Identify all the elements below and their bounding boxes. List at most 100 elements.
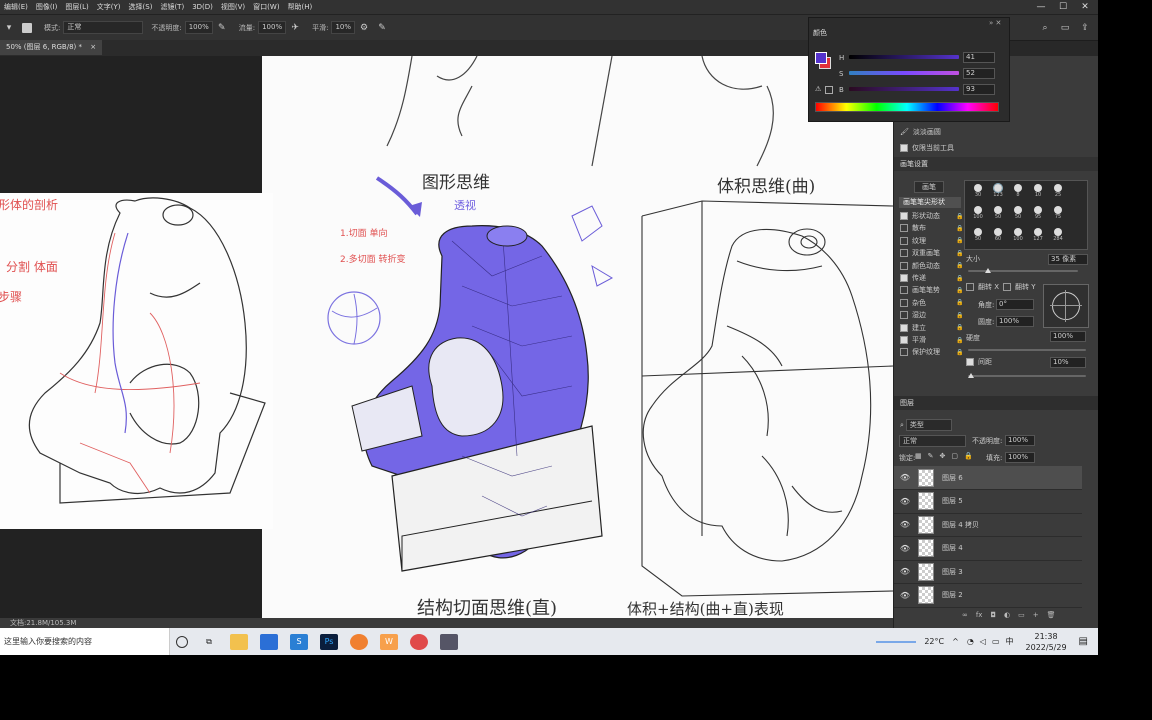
artwork-canvas[interactable]: 图形思维 体积思维(曲) 1.切面 单向 2.多切面 转折变 透视 结构切面思维… [262, 55, 894, 620]
folder-icon[interactable]: ▭ [1018, 611, 1025, 619]
brush-option[interactable]: 颜色动态 🔒 [900, 261, 963, 271]
lock-icon[interactable]: 🔒 [956, 324, 963, 331]
adjustment-icon[interactable]: ◐ [1004, 611, 1010, 619]
gear-icon[interactable]: ⚙ [359, 23, 369, 33]
lock-icon[interactable]: 🔒 [956, 337, 963, 344]
lock-icon[interactable]: 🔒 [956, 299, 963, 306]
menu-filter[interactable]: 滤镜(T) [156, 2, 188, 12]
layer-filter[interactable]: ⌕ 类型 [900, 419, 952, 431]
brush-tip[interactable]: 123 [989, 183, 1007, 198]
flow-field[interactable]: 100% [258, 21, 287, 34]
brush-option-checkbox[interactable] [900, 212, 908, 220]
layer-row[interactable]: 👁 图层 4 拷贝 [894, 513, 1082, 537]
brush-tip[interactable]: 50 [1009, 206, 1027, 220]
lock-icon[interactable]: 🔒 [956, 262, 963, 269]
brush-option[interactable]: 保护纹理 🔒 [900, 347, 963, 357]
brush-tip[interactable]: 127 [1029, 228, 1047, 242]
battery-icon[interactable]: ▭ [992, 637, 1000, 646]
color-spectrum-bar[interactable] [815, 102, 999, 112]
hardness-slider[interactable] [968, 349, 1086, 351]
menu-select[interactable]: 选择(S) [125, 2, 157, 12]
layer-opacity-field[interactable]: 100% [1005, 435, 1035, 446]
brush-option-checkbox[interactable] [900, 261, 908, 270]
brush-tip[interactable]: 100 [1009, 228, 1027, 242]
tool-item-2[interactable]: 仅限当前工具 [900, 143, 954, 153]
opacity-field[interactable]: 100% [184, 21, 213, 34]
layer-name[interactable]: 图层 6 [942, 473, 963, 483]
layer-row[interactable]: 👁 图层 3 [894, 560, 1082, 584]
brush-option-checkbox[interactable] [900, 236, 908, 245]
brush-presets-button[interactable]: 画笔 [914, 181, 944, 193]
browser-360-icon[interactable] [410, 633, 428, 650]
brush-tip[interactable]: 25 [1049, 184, 1067, 198]
visibility-eye-icon[interactable]: 👁 [898, 567, 912, 576]
brush-option-checkbox[interactable] [900, 323, 908, 332]
volume-icon[interactable]: ◁ [980, 637, 986, 646]
layer-row[interactable]: 👁 图层 4 [894, 537, 1082, 561]
brush-option-checkbox[interactable] [900, 298, 908, 307]
flip-y-control[interactable]: 翻转 Y [1003, 282, 1036, 292]
brush-option[interactable]: 形状动态 🔒 [900, 211, 963, 221]
taskbar-search-input[interactable]: 这里输入你要搜索的内容 [0, 628, 170, 655]
brush-angle-preview[interactable] [1043, 284, 1089, 328]
size-slider-handle[interactable] [985, 268, 991, 273]
layer-kind-select[interactable]: 类型 [905, 419, 952, 431]
brush-option-checkbox[interactable] [900, 311, 908, 320]
brush-option-checkbox[interactable] [900, 348, 908, 357]
saturation-field[interactable]: 52 [963, 68, 995, 79]
hue-slider[interactable] [849, 55, 959, 59]
brush-option[interactable]: 湿边 🔒 [900, 310, 963, 320]
pressure-size-icon[interactable]: ✎ [377, 23, 387, 33]
web-color-icon[interactable] [825, 86, 833, 94]
maximize-button[interactable]: ☐ [1052, 0, 1074, 14]
brightness-slider[interactable] [849, 87, 959, 91]
browser-w-icon[interactable]: W [380, 633, 398, 650]
search-icon[interactable]: ⌕ [1040, 23, 1050, 33]
brush-tip[interactable]: 60 [989, 228, 1007, 242]
lock-move-icon[interactable]: ✥ [940, 452, 946, 460]
menu-help[interactable]: 帮助(H) [284, 2, 317, 12]
brush-option-checkbox[interactable] [900, 336, 908, 344]
flip-y-checkbox[interactable] [1003, 283, 1011, 291]
spacing-control[interactable]: 间距 [966, 357, 992, 367]
lock-all-icon[interactable]: 🔒 [964, 452, 973, 460]
brush-option[interactable]: 画笔笔势 🔒 [900, 285, 963, 295]
layer-row[interactable]: 👁 图层 6 [894, 466, 1082, 490]
close-button[interactable]: ✕ [1074, 0, 1096, 14]
tool-item-1[interactable]: 🖌 淡淡画圆 [900, 127, 941, 137]
visibility-eye-icon[interactable]: 👁 [898, 591, 912, 600]
trash-icon[interactable]: 🗑 [1047, 611, 1056, 619]
lock-paint-icon[interactable]: ✎ [928, 452, 934, 460]
store-icon[interactable] [260, 633, 278, 650]
roundness-field[interactable]: 100% [996, 316, 1034, 327]
layer-name[interactable]: 图层 2 [942, 590, 963, 600]
menu-window[interactable]: 窗口(W) [249, 2, 283, 12]
cortana-icon[interactable] [176, 635, 188, 648]
brush-tip[interactable]: 100 [969, 206, 987, 220]
spacing-slider-handle[interactable] [968, 373, 974, 378]
smooth-field[interactable]: 10% [331, 21, 356, 34]
mask-icon[interactable]: ◘ [990, 611, 996, 619]
visibility-eye-icon[interactable]: 👁 [898, 473, 912, 482]
temperature[interactable]: 22°C [924, 637, 944, 646]
brush-tool-icon[interactable]: ▾ [4, 23, 14, 33]
document-tab[interactable]: 50% (图层 6, RGB/8) * × [0, 40, 103, 55]
reference-image[interactable]: 形体的剖析 分割 体面 步骤 [0, 193, 273, 529]
brush-option[interactable]: 平滑 🔒 [900, 335, 963, 345]
brush-tip[interactable]: 8 [1009, 184, 1027, 198]
hardness-field[interactable]: 100% [1050, 331, 1086, 342]
brush-tip[interactable]: 50 [969, 228, 987, 242]
panel-collapse-icon[interactable]: » ✕ [989, 19, 1001, 27]
lock-artboard-icon[interactable]: ▢ [951, 452, 958, 460]
lock-transparent-icon[interactable]: ▦ [915, 452, 922, 460]
brush-option-checkbox[interactable] [900, 224, 908, 233]
brush-option[interactable]: 双重画笔 🔒 [900, 248, 963, 258]
size-field[interactable]: 35 像素 [1048, 254, 1088, 265]
visibility-eye-icon[interactable]: 👁 [898, 497, 912, 506]
layer-row[interactable]: 👁 图层 5 [894, 490, 1082, 514]
brush-option-checkbox[interactable] [900, 249, 908, 258]
gamut-warning-icon[interactable]: ⚠ [815, 85, 821, 93]
lock-icon[interactable]: 🔒 [956, 312, 963, 319]
brush-tip[interactable]: 50 [989, 206, 1007, 220]
saturation-slider[interactable] [849, 71, 959, 75]
